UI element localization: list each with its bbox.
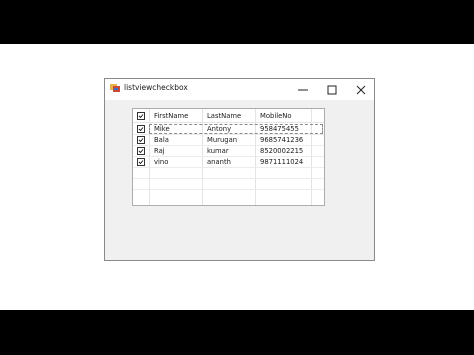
list-item[interactable]: Raj kumar 8520002215 [133, 146, 324, 157]
row-divider [133, 189, 324, 190]
list-view[interactable]: FirstName LastName MobileNo Mike Antony … [132, 108, 325, 206]
cell-lastname: Antony [207, 125, 232, 133]
cell-firstname: Raj [154, 147, 165, 155]
window-title: listviewcheckbox [124, 83, 188, 92]
row-checkbox[interactable] [137, 125, 145, 133]
cell-firstname: vino [154, 158, 169, 166]
cell-mobileno: 9871111024 [260, 158, 304, 166]
checkmark-icon [138, 138, 144, 143]
select-all-checkbox[interactable] [137, 112, 145, 120]
column-header-mobileno[interactable]: MobileNo [260, 112, 292, 120]
list-item[interactable]: vino ananth 9871111024 [133, 157, 324, 168]
cell-lastname: ananth [207, 158, 231, 166]
screen-area: listviewcheckbox FirstName LastName Mobi… [0, 44, 474, 310]
close-icon [356, 85, 366, 94]
minimize-icon [298, 89, 308, 90]
cell-mobileno: 958475455 [260, 125, 299, 133]
list-item[interactable]: Bala Murugan 9685741236 [133, 135, 324, 146]
app-window: listviewcheckbox FirstName LastName Mobi… [104, 78, 375, 261]
cell-mobileno: 9685741236 [260, 136, 304, 144]
row-divider [133, 178, 324, 179]
app-icon [110, 84, 120, 92]
title-bar[interactable]: listviewcheckbox [105, 79, 374, 100]
list-header: FirstName LastName MobileNo [133, 109, 324, 123]
cell-firstname: Mike [154, 125, 170, 133]
maximize-icon [327, 85, 337, 94]
minimize-button[interactable] [289, 79, 317, 100]
cell-lastname: Murugan [207, 136, 238, 144]
checkmark-icon [138, 160, 144, 165]
row-checkbox[interactable] [137, 136, 145, 144]
row-checkbox[interactable] [137, 158, 145, 166]
cell-mobileno: 8520002215 [260, 147, 304, 155]
row-checkbox[interactable] [137, 147, 145, 155]
list-item[interactable]: Mike Antony 958475455 [133, 124, 324, 135]
checkmark-icon [138, 149, 144, 154]
close-button[interactable] [347, 79, 375, 100]
column-header-firstname[interactable]: FirstName [154, 112, 188, 120]
maximize-button[interactable] [318, 79, 346, 100]
column-header-lastname[interactable]: LastName [207, 112, 241, 120]
cell-firstname: Bala [154, 136, 169, 144]
cell-lastname: kumar [207, 147, 229, 155]
checkmark-icon [138, 114, 144, 119]
checkmark-icon [138, 127, 144, 132]
